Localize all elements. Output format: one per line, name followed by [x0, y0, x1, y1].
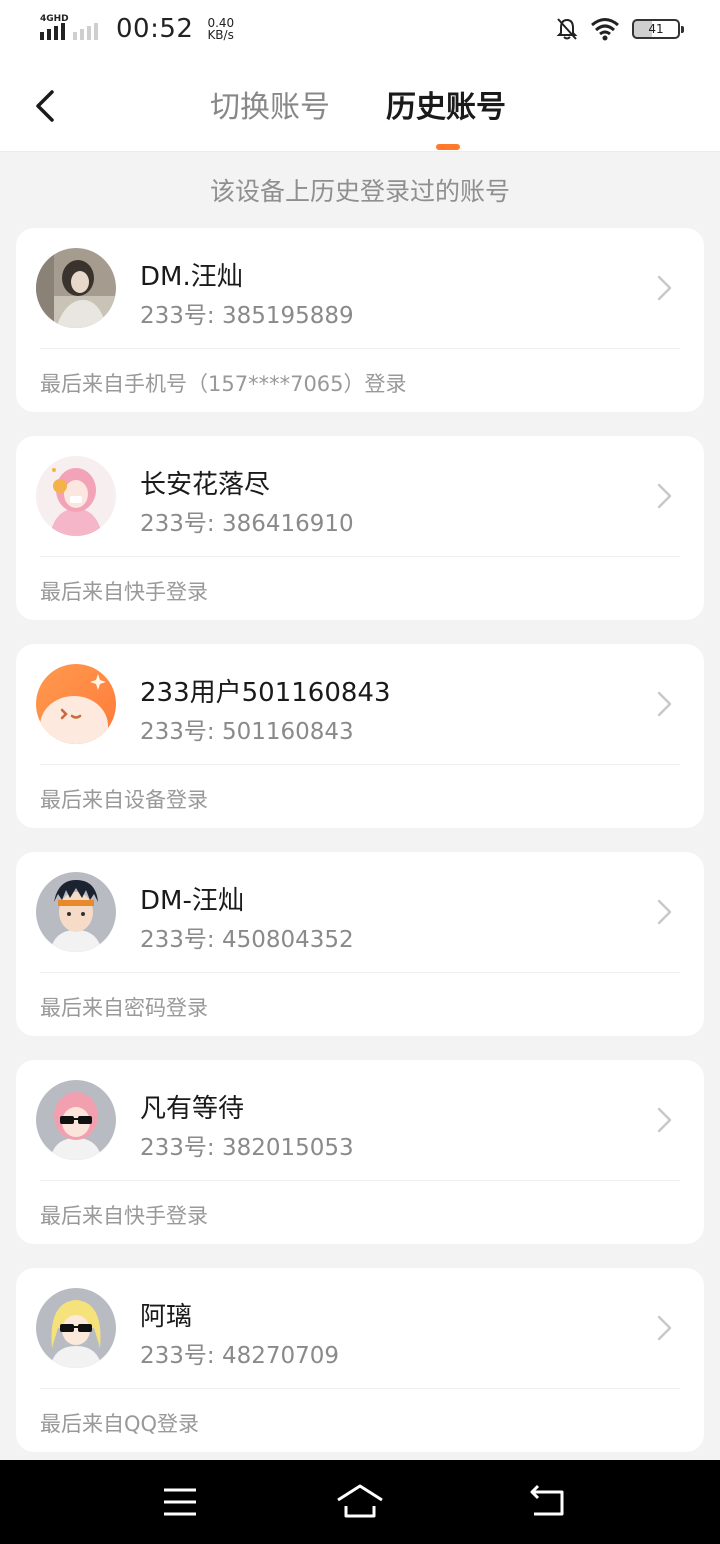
account-id: 233号: 385195889: [140, 303, 354, 329]
account-card[interactable]: 长安花落尽 233号: 386416910 最后来自快手登录: [16, 436, 704, 620]
card-divider: [40, 972, 680, 973]
tab-switch-account[interactable]: 切换账号: [210, 82, 330, 126]
account-id: 233号: 450804352: [140, 927, 354, 953]
status-left: 4GHD 00:52 0.40 KB/s: [40, 14, 234, 44]
chevron-right-icon: [657, 275, 672, 301]
account-card[interactable]: 阿璃 233号: 48270709 最后来自QQ登录: [16, 1268, 704, 1452]
clock: 00:52: [116, 14, 194, 44]
header: 切换账号 历史账号: [0, 58, 720, 152]
avatar: [36, 248, 116, 328]
account-card[interactable]: DM-汪灿 233号: 450804352 最后来自密码登录: [16, 852, 704, 1036]
boy-headband-avatar-icon: [36, 872, 116, 952]
wifi-icon: [591, 18, 619, 41]
account-id: 233号: 386416910: [140, 511, 354, 537]
battery-level: 41: [648, 22, 664, 36]
login-source: 最后来自QQ登录: [40, 1412, 200, 1436]
account-name: 长安花落尽: [140, 470, 271, 500]
avatar: [36, 456, 116, 536]
home-icon[interactable]: [336, 1482, 384, 1522]
account-card[interactable]: 凡有等待 233号: 382015053 最后来自快手登录: [16, 1060, 704, 1244]
system-nav-bar: [0, 1460, 720, 1544]
mute-bell-icon: [556, 18, 578, 40]
orange-face-avatar-icon: [36, 664, 116, 744]
battery-icon: 41: [632, 19, 684, 39]
chevron-right-icon: [657, 1315, 672, 1341]
network-speed: 0.40 KB/s: [207, 17, 234, 41]
account-name: 阿璃: [140, 1302, 193, 1332]
account-card[interactable]: DM.汪灿 233号: 385195889 最后来自手机号（157****706…: [16, 228, 704, 412]
pink-anime-avatar-icon: [36, 456, 116, 536]
signal-icon: 4GHD: [40, 14, 69, 40]
speed-unit: KB/s: [207, 28, 234, 42]
card-divider: [40, 1180, 680, 1181]
account-id: 233号: 501160843: [140, 719, 354, 745]
login-source: 最后来自快手登录: [40, 580, 208, 604]
signal-secondary-icon: [73, 18, 98, 40]
account-name: 凡有等待: [140, 1094, 245, 1124]
network-type: 4GHD: [40, 14, 69, 24]
avatar: [36, 872, 116, 952]
page-subtitle: 该设备上历史登录过的账号: [209, 177, 510, 206]
status-bar: 4GHD 00:52 0.40 KB/s 41: [0, 0, 720, 58]
login-source: 最后来自手机号（157****7065）登录: [40, 372, 407, 396]
card-divider: [40, 556, 680, 557]
card-divider: [40, 764, 680, 765]
chevron-right-icon: [657, 691, 672, 717]
tab-history-account[interactable]: 历史账号: [386, 82, 506, 126]
pink-sunglasses-avatar-icon: [36, 1080, 116, 1160]
account-card[interactable]: 233用户501160843 233号: 501160843 最后来自设备登录: [16, 644, 704, 828]
account-name: DM.汪灿: [140, 262, 243, 292]
card-divider: [40, 1388, 680, 1389]
system-back-icon[interactable]: [528, 1482, 568, 1522]
status-right: 41: [556, 17, 684, 41]
blonde-sunglasses-avatar-icon: [36, 1288, 116, 1368]
login-source: 最后来自快手登录: [40, 1204, 208, 1228]
back-arrow-icon[interactable]: [30, 86, 66, 126]
photo-avatar-icon: [36, 248, 116, 328]
menu-icon[interactable]: [162, 1482, 198, 1522]
card-divider: [40, 348, 680, 349]
login-source: 最后来自设备登录: [40, 788, 208, 812]
tab-indicator: [436, 144, 460, 150]
avatar: [36, 664, 116, 744]
login-source: 最后来自密码登录: [40, 996, 208, 1020]
avatar: [36, 1080, 116, 1160]
account-name: DM-汪灿: [140, 886, 244, 916]
account-id: 233号: 382015053: [140, 1135, 354, 1161]
account-list: DM.汪灿 233号: 385195889 最后来自手机号（157****706…: [16, 228, 704, 1476]
account-id: 233号: 48270709: [140, 1343, 340, 1369]
chevron-right-icon: [657, 1107, 672, 1133]
account-name: 233用户501160843: [140, 678, 391, 708]
chevron-right-icon: [657, 483, 672, 509]
chevron-right-icon: [657, 899, 672, 925]
avatar: [36, 1288, 116, 1368]
